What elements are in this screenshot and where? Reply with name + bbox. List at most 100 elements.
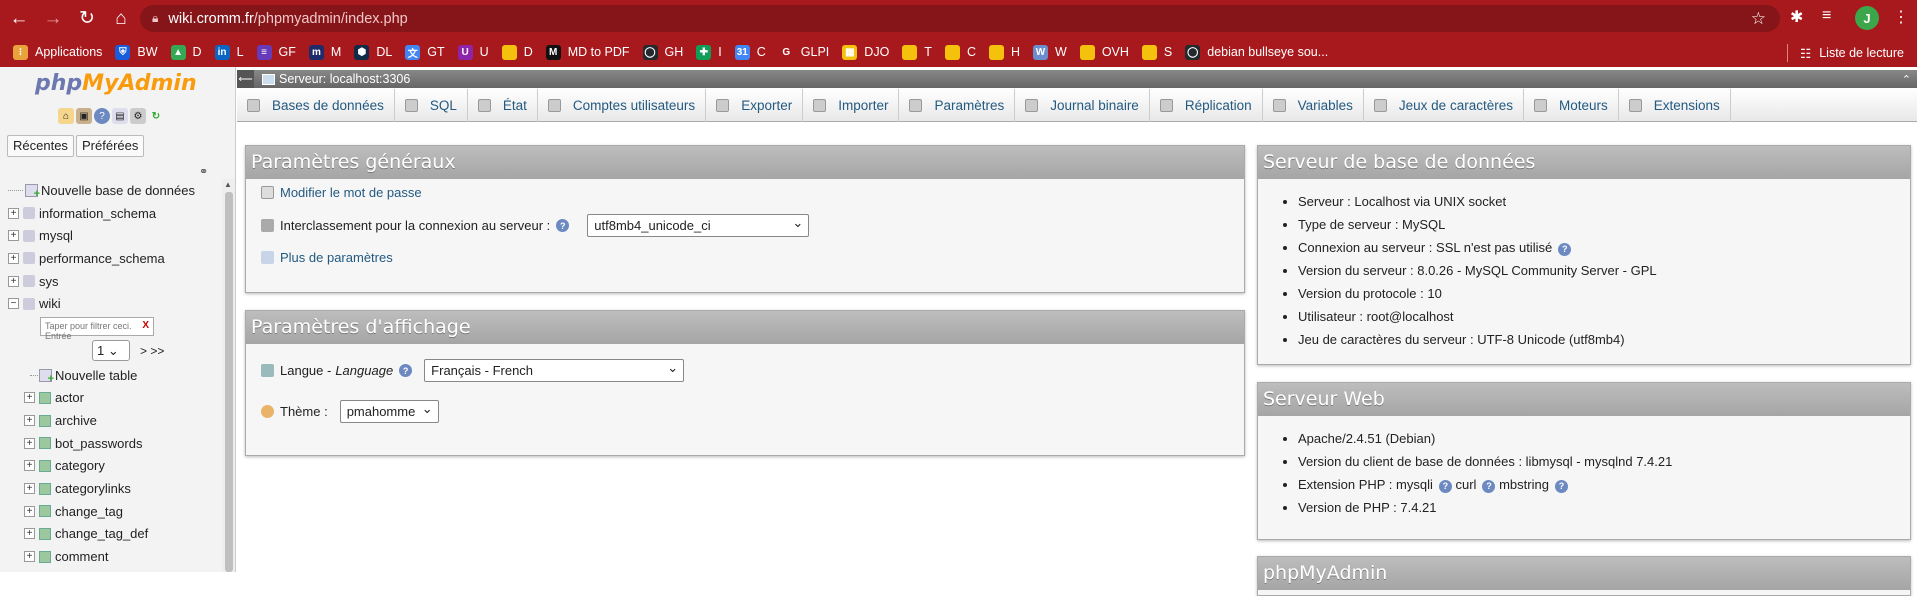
tab-binlog[interactable]: Journal binaire: [1015, 89, 1150, 122]
help-icon[interactable]: ?: [556, 219, 570, 232]
scroll-up-icon[interactable]: ▲: [224, 180, 232, 189]
tab-database[interactable]: Bases de données: [237, 89, 395, 122]
kebab-menu-icon[interactable]: ⋮: [1893, 7, 1909, 27]
theme-select[interactable]: pmahomme: [339, 400, 439, 423]
tab-export[interactable]: Exporter: [706, 89, 804, 122]
expand-icon[interactable]: +: [24, 483, 35, 495]
tree-table[interactable]: + change_tag_def: [8, 523, 213, 546]
bookmark-item[interactable]: ⁝ Applications: [13, 44, 102, 60]
help-icon[interactable]: ?: [1554, 480, 1568, 493]
link-chain-icon[interactable]: ⚭: [199, 165, 208, 178]
tree-table[interactable]: + categorylinks: [8, 477, 213, 500]
collapse-icon[interactable]: −: [8, 298, 19, 310]
bookmark-item[interactable]: D: [501, 44, 533, 60]
change-password-link[interactable]: Modifier le mot de passe: [280, 185, 422, 200]
collapse-top-icon[interactable]: ⌃: [1902, 73, 1911, 86]
tree-table[interactable]: + bot_passwords: [8, 432, 213, 455]
tree-database[interactable]: + information_schema: [8, 202, 213, 225]
tree-table[interactable]: + change_tag: [8, 500, 213, 523]
table-name[interactable]: actor: [55, 390, 84, 405]
tree-new-database[interactable]: Nouvelle base de données: [8, 179, 213, 202]
tree-table[interactable]: + actor: [8, 387, 213, 410]
table-name[interactable]: comment: [55, 549, 108, 564]
bookmark-star-icon[interactable]: ☆: [1751, 9, 1766, 29]
database-name[interactable]: wiki: [39, 296, 61, 311]
tree-database[interactable]: − wiki: [8, 292, 213, 315]
expand-icon[interactable]: +: [24, 460, 35, 472]
database-name[interactable]: mysql: [39, 228, 73, 243]
gear-icon[interactable]: ⚙: [130, 108, 146, 124]
expand-icon[interactable]: +: [8, 230, 19, 242]
address-bar[interactable]: 🔒︎ wiki.cromm.fr /phpmyadmin/index.php ☆: [140, 5, 1780, 32]
database-name[interactable]: information_schema: [39, 206, 156, 221]
home-icon[interactable]: ⌂: [58, 108, 74, 124]
bookmark-item[interactable]: UU: [457, 44, 489, 60]
expand-icon[interactable]: +: [8, 252, 19, 264]
expand-icon[interactable]: +: [24, 551, 35, 563]
bookmark-item[interactable]: ▦ DJO: [842, 44, 889, 60]
exit-icon[interactable]: ▣: [76, 108, 92, 124]
bookmark-item[interactable]: in L: [214, 44, 244, 60]
tree-table[interactable]: + comment: [8, 545, 213, 568]
expand-icon[interactable]: +: [8, 275, 19, 287]
table-name[interactable]: categorylinks: [55, 481, 131, 496]
expand-icon[interactable]: +: [8, 207, 19, 219]
help-icon[interactable]: ?: [94, 108, 110, 124]
reading-list-button[interactable]: ☷ Liste de lecture: [1787, 44, 1904, 62]
expand-icon[interactable]: +: [24, 437, 35, 449]
help-icon[interactable]: ?: [1438, 480, 1452, 493]
tab-sql[interactable]: SQL: [395, 89, 468, 122]
bookmark-item[interactable]: ▲ D: [170, 44, 202, 60]
table-name[interactable]: archive: [55, 413, 97, 428]
bookmark-item[interactable]: mM: [308, 44, 341, 60]
bookmark-item[interactable]: G GLPI: [778, 44, 829, 60]
expand-icon[interactable]: +: [24, 528, 35, 540]
tab-users[interactable]: Comptes utilisateurs: [538, 89, 707, 122]
scrollbar-thumb[interactable]: [225, 192, 233, 572]
bookmark-item[interactable]: H: [988, 44, 1020, 60]
recent-tables-button[interactable]: Récentes: [7, 135, 74, 157]
language-select[interactable]: Français - French: [424, 359, 685, 382]
clear-filter-icon[interactable]: X: [142, 320, 149, 331]
collapse-nav-icon[interactable]: ⟵: [237, 70, 254, 88]
tab-import[interactable]: Importer: [803, 89, 900, 122]
home-icon[interactable]: ⌂: [106, 4, 136, 34]
tab-variables[interactable]: Variables: [1263, 89, 1364, 122]
database-name[interactable]: sys: [39, 274, 59, 289]
page-select[interactable]: 1 ⌄: [92, 340, 130, 362]
help-icon[interactable]: ?: [399, 364, 413, 377]
bookmark-item[interactable]: ◯ debian bullseye sou...: [1185, 44, 1328, 60]
profile-avatar[interactable]: J: [1855, 6, 1879, 30]
tree-database[interactable]: + mysql: [8, 224, 213, 247]
docs-icon[interactable]: ▤: [112, 108, 128, 124]
tab-engines[interactable]: Moteurs: [1524, 89, 1619, 122]
favorite-tables-button[interactable]: Préférées: [76, 135, 145, 157]
collation-select[interactable]: utf8mb4_unicode_ci: [587, 214, 810, 237]
tab-plugins[interactable]: Extensions: [1619, 89, 1731, 122]
tree-table[interactable]: + category: [8, 455, 213, 478]
next-page-link[interactable]: > >>: [140, 344, 164, 358]
bookmark-item[interactable]: OVH: [1079, 44, 1129, 60]
bookmark-item[interactable]: ◯ GH: [642, 44, 683, 60]
bookmark-item[interactable]: ✚ I: [696, 44, 722, 60]
new-table-link[interactable]: Nouvelle table: [55, 368, 137, 383]
tree-database[interactable]: + performance_schema: [8, 247, 213, 270]
help-icon[interactable]: ?: [1482, 480, 1496, 493]
tab-wrench[interactable]: Paramètres: [899, 89, 1016, 122]
bookmark-item[interactable]: C: [944, 44, 976, 60]
refresh-icon[interactable]: ↻: [148, 108, 164, 124]
tab-replication[interactable]: Réplication: [1150, 89, 1263, 122]
expand-icon[interactable]: +: [24, 392, 35, 404]
extensions-icon[interactable]: ✱: [1790, 7, 1803, 27]
bookmark-item[interactable]: 31 C: [734, 44, 766, 60]
bookmark-item[interactable]: ⛨ BW: [115, 44, 158, 60]
expand-icon[interactable]: +: [24, 415, 35, 427]
bookmark-item[interactable]: ≡ GF: [256, 44, 296, 60]
tree-database[interactable]: + sys: [8, 270, 213, 293]
bookmark-item[interactable]: ⬢ DL: [354, 44, 392, 60]
table-name[interactable]: change_tag: [55, 504, 123, 519]
forward-arrow-icon[interactable]: →: [38, 4, 68, 34]
bookmark-item[interactable]: M MD to PDF: [545, 44, 630, 60]
bookmark-item[interactable]: WW: [1033, 44, 1067, 60]
table-name[interactable]: bot_passwords: [55, 436, 142, 451]
